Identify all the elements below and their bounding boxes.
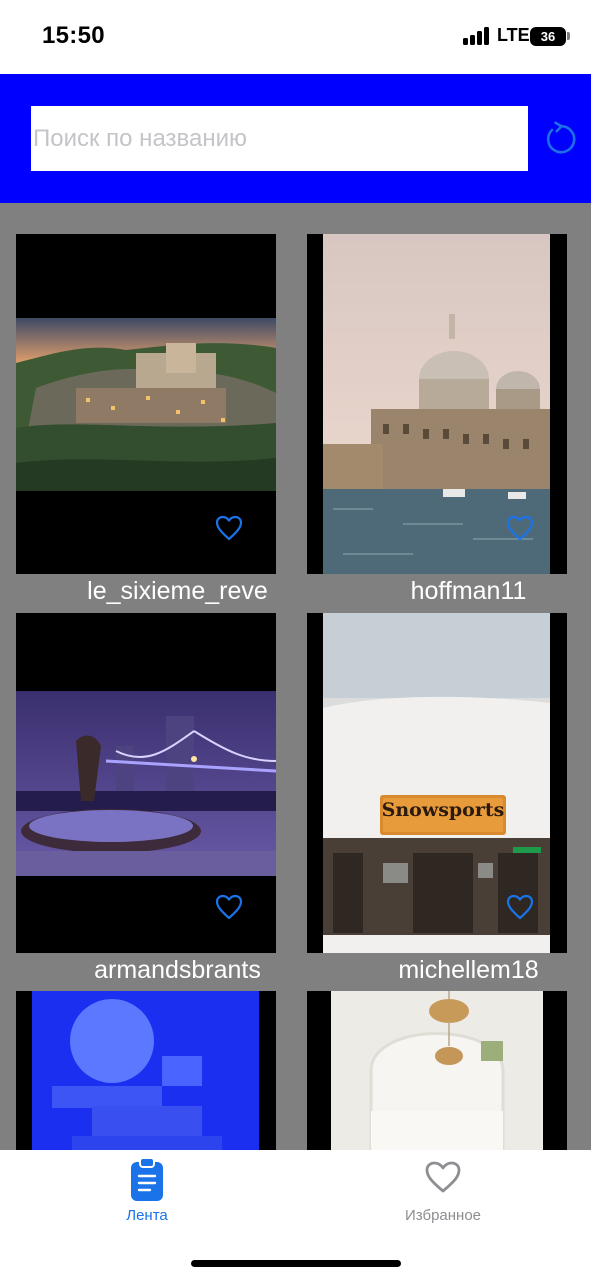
clipboard-list-icon <box>130 1157 164 1207</box>
network-type: LTE <box>497 25 530 45</box>
battery-icon: 36 <box>530 27 566 46</box>
search-input[interactable] <box>31 106 528 171</box>
photo-card[interactable]: Snowsports <box>307 613 567 953</box>
photo-card[interactable] <box>16 234 276 574</box>
heart-outline-icon[interactable] <box>506 894 534 920</box>
status-bar: 15:50 LTE 36 <box>0 0 591 74</box>
heart-outline-icon[interactable] <box>506 515 534 541</box>
tab-favorites[interactable]: Избранное <box>353 1150 533 1230</box>
tab-feed[interactable]: Лента <box>57 1150 237 1230</box>
photo-feed[interactable]: le_sixieme_reve hoffman11 armandsbrants … <box>0 203 591 1150</box>
home-indicator <box>191 1260 401 1267</box>
photo-card[interactable] <box>307 991 567 1150</box>
photo[interactable] <box>16 691 276 876</box>
photo-card[interactable] <box>16 613 276 953</box>
heart-icon <box>424 1160 462 1199</box>
tab-label: Лента <box>126 1207 168 1224</box>
search-header <box>0 74 591 203</box>
signal-bars-icon <box>463 27 493 45</box>
photo-author: michellem18 <box>398 956 539 984</box>
photo-card[interactable] <box>16 991 276 1150</box>
heart-outline-icon[interactable] <box>215 515 243 541</box>
photo-author: hoffman11 <box>410 577 527 605</box>
photo-author: le_sixieme_reve <box>87 577 268 605</box>
heart-outline-icon[interactable] <box>215 894 243 920</box>
battery-level: 36 <box>540 29 556 44</box>
photo-author: armandsbrants <box>94 956 261 984</box>
photo[interactable] <box>16 318 276 491</box>
snowsports-sign: Snowsports <box>381 799 505 821</box>
photo-card[interactable] <box>307 234 567 574</box>
status-time: 15:50 <box>42 22 105 49</box>
refresh-icon[interactable] <box>541 121 577 157</box>
photo[interactable] <box>331 991 543 1150</box>
photo[interactable] <box>32 991 259 1150</box>
tab-label: Избранное <box>404 1207 482 1224</box>
